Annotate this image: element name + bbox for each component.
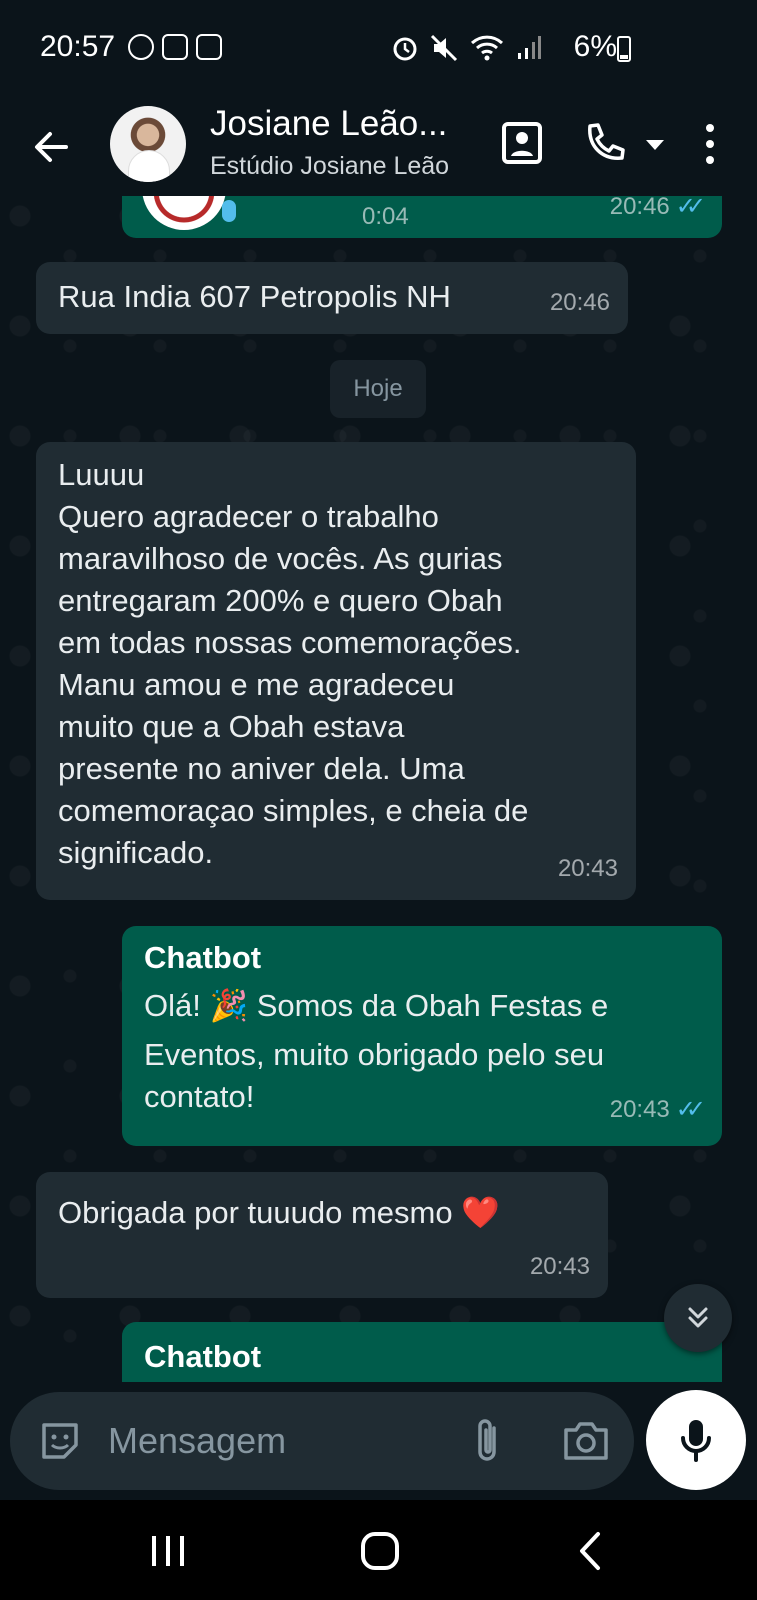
incoming-message-bubble[interactable]: Luuuu Quero agradecer o trabalho maravil… <box>36 442 636 900</box>
message-line: Quero agradecer o trabalho <box>58 499 439 534</box>
contact-card-icon[interactable] <box>496 118 548 170</box>
back-arrow-icon[interactable] <box>26 122 76 172</box>
mute-icon <box>430 34 458 62</box>
system-nav-bar <box>0 1500 757 1600</box>
phone-icon[interactable] <box>578 118 630 170</box>
microphone-icon <box>681 1420 711 1462</box>
message-time: 20:43 <box>557 855 618 882</box>
message-time: 20:43 <box>609 1096 670 1123</box>
message-line: Manu amou e me agradeceu <box>58 667 455 702</box>
message-line: entregaram 200% e quero Obah <box>58 583 503 618</box>
audio-sender-avatar <box>142 196 226 230</box>
nav-back-icon[interactable] <box>562 1526 622 1576</box>
message-line: Eventos, muito obrigado pelo seu <box>144 1037 605 1072</box>
status-time: 20:57 <box>40 30 116 63</box>
instagram-icon <box>196 34 222 60</box>
message-line: comemoraçao simples, e cheia de <box>58 793 529 828</box>
message-time: 20:46 <box>549 289 610 316</box>
status-right-icons <box>392 34 542 62</box>
outgoing-message-bubble[interactable]: Chatbot Olá! 🎉 Somos da Obah Festas e Ev… <box>122 926 722 1146</box>
audio-message-bubble[interactable]: 0:04 20:46 ✓✓ <box>122 196 722 238</box>
dropdown-arrow-icon[interactable] <box>640 118 670 170</box>
paperclip-icon[interactable] <box>464 1416 512 1466</box>
wifi-icon <box>470 35 504 61</box>
message-line: muito que a Obah estava <box>58 709 405 744</box>
chat-header: Josiane Leão... Estúdio Josiane Leão <box>0 100 757 196</box>
message-line: significado. <box>58 835 214 870</box>
recent-apps-icon[interactable] <box>138 1526 198 1576</box>
message-meta: 20:46 <box>550 282 610 324</box>
battery-charging-icon <box>617 36 631 62</box>
double-check-icon: ✓✓ <box>675 196 706 220</box>
heart-emoji: ❤️ <box>461 1195 500 1230</box>
more-vert-icon[interactable] <box>690 118 730 170</box>
message-line: em todas nossas comemorações. <box>58 625 522 660</box>
home-icon[interactable] <box>350 1526 410 1576</box>
message-meta: 20:43 ✓✓ <box>609 1084 706 1136</box>
message-sender: Chatbot <box>144 940 262 975</box>
status-left-icons <box>128 34 222 60</box>
outgoing-message-bubble[interactable]: Chatbot <box>122 1322 722 1382</box>
camera-icon[interactable] <box>560 1416 612 1466</box>
sticker-emoji-icon[interactable] <box>36 1417 84 1465</box>
double-check-icon: ✓✓ <box>675 1096 706 1123</box>
party-popper-emoji: 🎉 <box>209 988 249 1023</box>
contact-subtitle[interactable]: Estúdio Josiane Leão <box>210 152 449 181</box>
message-input[interactable] <box>108 1412 448 1470</box>
audio-duration: 0:04 <box>362 203 409 230</box>
message-line: presente no aniver dela. Uma <box>58 751 465 786</box>
chat-area[interactable]: 0:04 20:46 ✓✓ Rua India 607 Petropolis N… <box>0 196 757 1382</box>
date-separator: Hoje <box>330 360 426 418</box>
message-composer <box>10 1392 634 1490</box>
double-chevron-down-icon <box>688 1307 708 1328</box>
contact-name[interactable]: Josiane Leão... <box>210 104 447 144</box>
message-time: 20:46 <box>609 196 670 220</box>
message-meta: 20:43 <box>530 1246 590 1288</box>
message-line: Luuuu <box>58 457 145 492</box>
message-text: Somos da Obah Festas e <box>248 988 609 1023</box>
alarm-icon <box>393 37 417 61</box>
message-time: 20:43 <box>529 1253 590 1280</box>
incoming-message-bubble[interactable]: Obrigada por tuuudo mesmo ❤️ 20:43 <box>36 1172 608 1298</box>
message-meta: 20:46 ✓✓ <box>609 196 706 228</box>
voicemail-icon <box>162 34 188 60</box>
message-line: maravilhoso de vocês. As gurias <box>58 541 503 576</box>
message-sender: Chatbot <box>144 1339 262 1374</box>
scroll-to-bottom-button[interactable] <box>664 1284 732 1352</box>
signal-icon <box>518 36 541 59</box>
mic-small-icon <box>222 200 236 222</box>
message-text: Olá! <box>144 988 210 1023</box>
contact-avatar[interactable] <box>110 106 186 182</box>
app-badge-icon <box>128 34 154 60</box>
battery-percent: 6% <box>573 30 617 63</box>
message-text: Rua India 607 Petropolis NH <box>58 279 451 314</box>
message-text: Obrigada por tuuudo mesmo <box>58 1195 462 1230</box>
voice-record-button[interactable] <box>646 1390 746 1490</box>
incoming-message-bubble[interactable]: Rua India 607 Petropolis NH 20:46 <box>36 262 628 334</box>
status-bar: 20:57 6% <box>0 0 757 100</box>
message-meta: 20:43 <box>558 848 618 890</box>
